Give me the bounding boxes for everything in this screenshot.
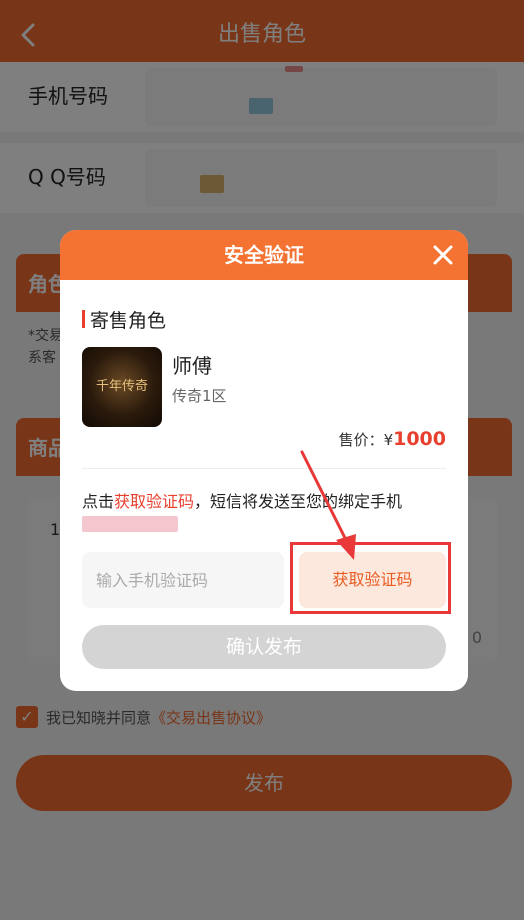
divider — [82, 468, 446, 469]
consign-section-title: 寄售角色 — [90, 310, 167, 332]
item-server: 传奇1区 — [172, 387, 227, 405]
game-icon-logo: 千年传奇 — [95, 379, 148, 394]
annotation-arrow-icon — [300, 450, 356, 560]
close-icon[interactable] — [430, 242, 456, 268]
verification-code-input[interactable] — [82, 552, 284, 608]
game-icon: 千年传奇 — [82, 347, 162, 427]
dialog-title: 安全验证 — [224, 243, 304, 267]
security-verification-dialog: 安全验证 寄售角色 千年传奇 师傅 传奇1区 售价：¥1000 点击获取验证码，… — [60, 230, 468, 691]
redacted-phone — [82, 516, 178, 532]
sms-link-text: 获取验证码 — [114, 492, 195, 511]
item-name: 师傅 — [172, 354, 212, 378]
section-accent-bar — [82, 310, 85, 328]
price-value: 1000 — [393, 428, 446, 450]
sms-prefix: 点击 — [82, 492, 115, 511]
confirm-publish-button[interactable]: 确认发布 — [82, 625, 446, 669]
dialog-header: 安全验证 — [60, 230, 468, 280]
